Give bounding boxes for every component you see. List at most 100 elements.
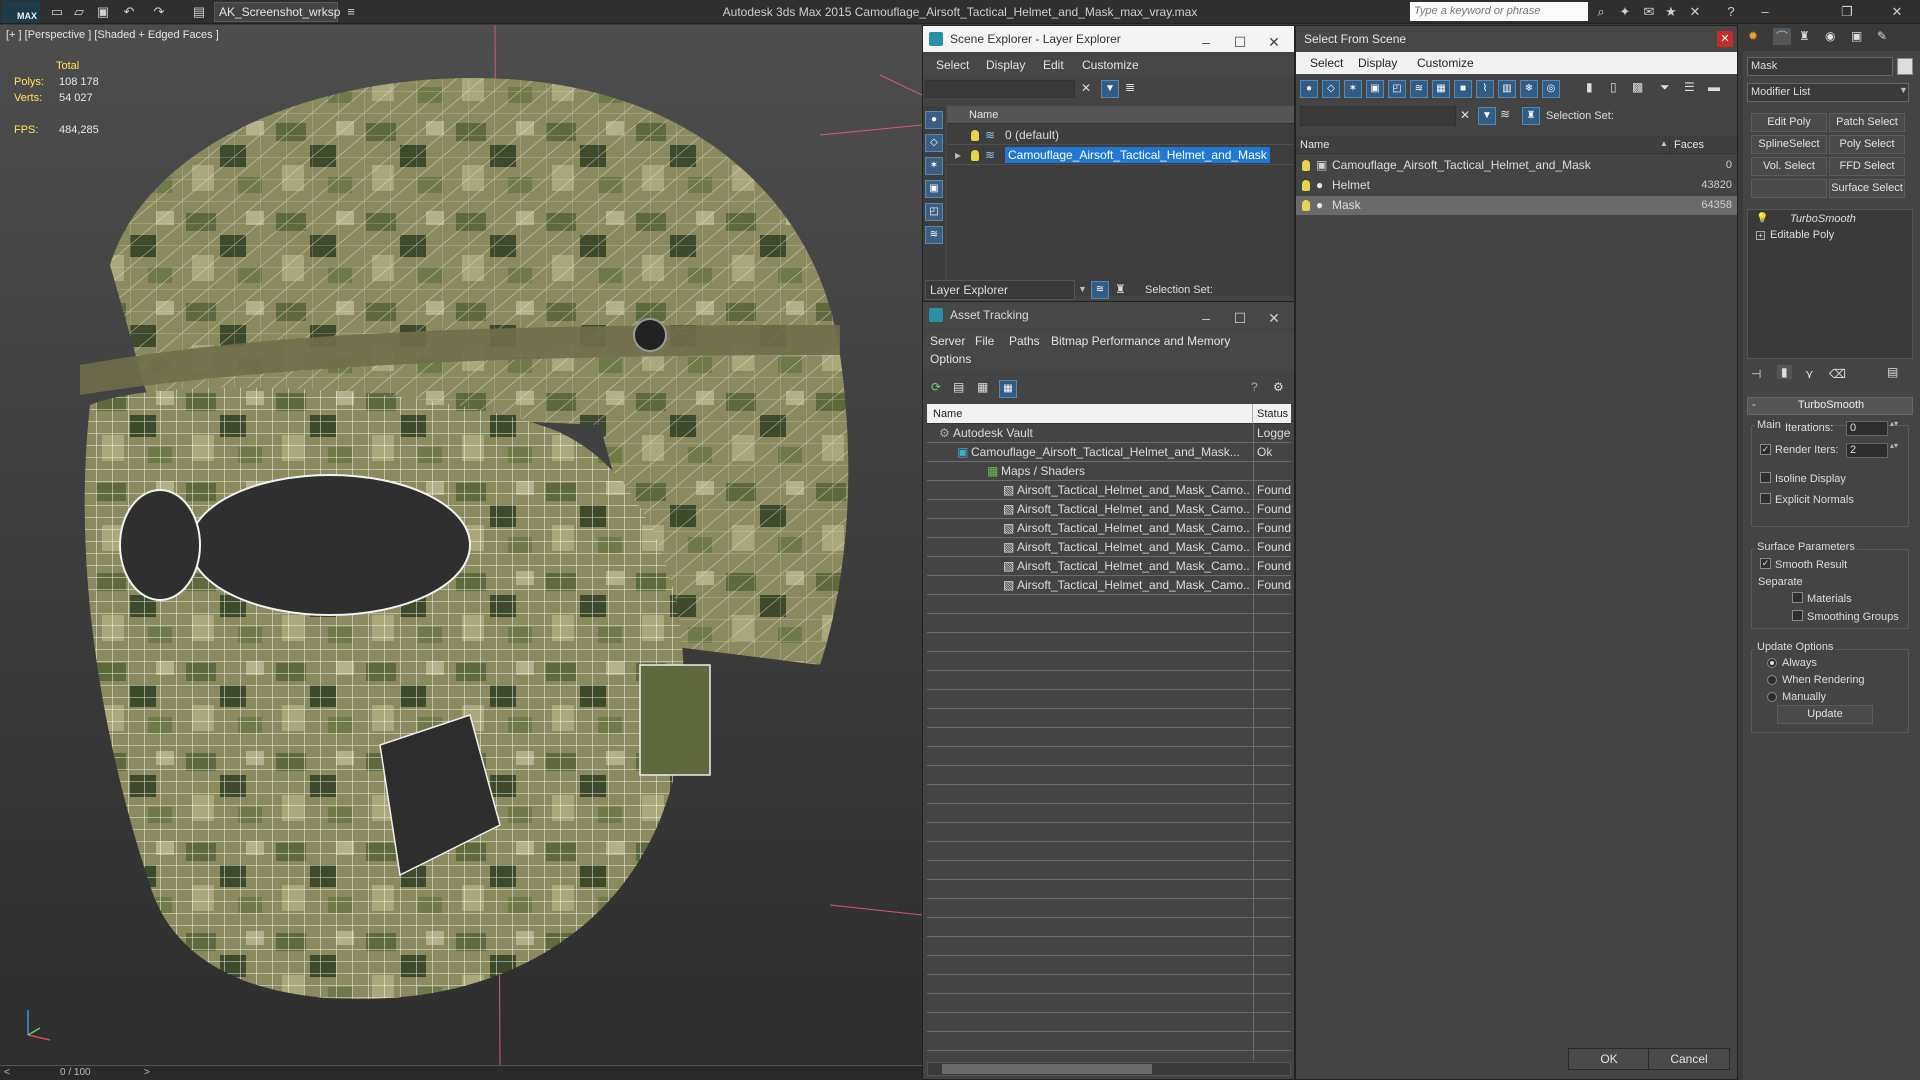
cancel-button[interactable]: Cancel xyxy=(1648,1048,1730,1070)
menu-options[interactable]: Options xyxy=(930,352,971,366)
menu-customize[interactable]: Customize xyxy=(1417,56,1474,70)
patch-select-button[interactable]: Patch Select xyxy=(1829,113,1905,132)
when-rendering-radio[interactable] xyxy=(1767,675,1777,685)
motion-tab-icon[interactable]: ◉ xyxy=(1825,29,1835,43)
bones-filter-icon[interactable]: ⌇ xyxy=(1476,80,1494,98)
col-faces-header[interactable]: Faces xyxy=(1670,136,1737,154)
display-geometry-icon[interactable]: ● xyxy=(925,111,943,129)
surface-select-button[interactable]: Surface Select xyxy=(1829,179,1905,198)
menu-server[interactable]: Server xyxy=(930,334,965,348)
menu-display[interactable]: Display xyxy=(1358,56,1397,70)
smooth-result-checkbox[interactable]: ✓ xyxy=(1760,558,1771,569)
scene-filter-input[interactable] xyxy=(925,80,1075,98)
perspective-viewport[interactable]: [+ ] [Perspective ] [Shaded + Edged Face… xyxy=(0,25,922,1065)
asset-row[interactable]: ▣ Camouflage_Airsoft_Tactical_Helmet_and_… xyxy=(927,443,1291,462)
light-bulb-icon[interactable] xyxy=(1302,200,1310,211)
display-shapes-icon[interactable]: ◇ xyxy=(925,134,943,152)
maximize-icon[interactable]: ☐ xyxy=(1230,29,1250,55)
infocenter-icon[interactable]: ✦ xyxy=(1616,3,1634,21)
light-bulb-icon[interactable] xyxy=(1302,160,1310,171)
horizontal-scrollbar[interactable] xyxy=(927,1062,1291,1076)
modify-tab-icon[interactable]: ⌒ xyxy=(1773,28,1792,45)
sort-by-layer-icon[interactable]: ≋ xyxy=(1091,281,1109,299)
asset-row[interactable]: ▧ Airsoft_Tactical_Helmet_and_Mask_Camo..… xyxy=(927,557,1291,576)
asset-row[interactable]: ▧ Airsoft_Tactical_Helmet_and_Mask_Camo..… xyxy=(927,500,1291,519)
project-folder-icon[interactable]: ▤ xyxy=(190,3,208,21)
render-iters-checkbox[interactable]: ✓ xyxy=(1760,444,1771,455)
empty-modifier-button[interactable] xyxy=(1751,179,1827,198)
refresh-icon[interactable]: ⟳ xyxy=(931,380,941,394)
manually-radio[interactable] xyxy=(1767,692,1777,702)
edit-poly-button[interactable]: Edit Poly xyxy=(1751,113,1827,132)
configure-sets-icon[interactable]: ▤ xyxy=(1887,365,1898,379)
asset-row[interactable]: ⚙Autodesk Vault Logged xyxy=(927,424,1291,443)
cameras-filter-icon[interactable]: ▣ xyxy=(1366,80,1384,98)
layer-row-default[interactable]: ≋ 0 (default) xyxy=(947,126,1294,145)
hierarchy-tab-icon[interactable]: ♜ xyxy=(1799,29,1810,43)
new-file-icon[interactable]: ▭ xyxy=(48,3,66,21)
pin-stack-icon[interactable]: ⊣ xyxy=(1751,367,1761,381)
close-icon[interactable]: ✕ xyxy=(1888,3,1906,21)
menu-paths[interactable]: Paths xyxy=(1009,334,1040,348)
asset-row[interactable]: ▧ Airsoft_Tactical_Helmet_and_Mask_Camo..… xyxy=(927,576,1291,595)
asset-tracking-title[interactable]: Asset Tracking – ☐ ✕ xyxy=(923,302,1294,328)
vol-select-button[interactable]: Vol. Select xyxy=(1751,157,1827,176)
collapse-icon[interactable]: ▬ xyxy=(1708,80,1720,94)
menu-select[interactable]: Select xyxy=(936,58,969,72)
explorer-type-dropdown[interactable]: Layer Explorer xyxy=(925,280,1075,300)
groups-filter-icon[interactable]: ▦ xyxy=(1432,80,1450,98)
display-none-icon[interactable]: ▯ xyxy=(1610,80,1617,94)
isoline-display-checkbox[interactable] xyxy=(1760,472,1771,483)
create-tab-icon[interactable]: ✹ xyxy=(1748,29,1758,43)
col-name-header[interactable]: Name xyxy=(947,106,1294,124)
containers-filter-icon[interactable]: ▥ xyxy=(1498,80,1516,98)
modifier-list-dropdown[interactable]: Modifier List xyxy=(1747,83,1909,102)
spline-select-button[interactable]: SplineSelect xyxy=(1751,135,1827,154)
workspace-dropdown[interactable]: AK_Screenshot_wrksp xyxy=(214,2,340,22)
display-tab-icon[interactable]: ▣ xyxy=(1851,29,1862,43)
ok-button[interactable]: OK xyxy=(1568,1048,1650,1070)
spacewarps-filter-icon[interactable]: ≋ xyxy=(1410,80,1428,98)
display-layers-icon[interactable]: ≋ xyxy=(925,226,943,244)
clear-filter-icon[interactable]: ✕ xyxy=(1460,108,1470,122)
close-icon[interactable]: ✕ xyxy=(1264,29,1284,55)
tree-view-icon[interactable]: ▦ xyxy=(977,380,988,394)
scrollbar-thumb[interactable] xyxy=(942,1064,1152,1074)
asset-row[interactable]: ▧ Airsoft_Tactical_Helmet_and_Mask_Camo..… xyxy=(927,481,1291,500)
display-all-icon[interactable]: ▮ xyxy=(1586,80,1593,94)
restore-icon[interactable]: ❐ xyxy=(1838,3,1856,21)
viewport-label[interactable]: [+ ] [Perspective ] [Shaded + Edged Face… xyxy=(6,29,219,41)
light-bulb-icon[interactable]: 💡 xyxy=(1756,213,1768,224)
settings-icon[interactable]: ⚙ xyxy=(1273,380,1284,394)
list-view-icon[interactable]: ▤ xyxy=(953,380,964,394)
exchange-icon[interactable]: ✕ xyxy=(1686,3,1704,21)
display-lights-icon[interactable]: ✶ xyxy=(925,157,943,175)
stack-item-turbosmooth[interactable]: 💡 TurboSmooth xyxy=(1750,212,1910,228)
ffd-select-button[interactable]: FFD Select xyxy=(1829,157,1905,176)
time-slider[interactable]: < 0 / 100 > xyxy=(0,1065,922,1080)
minimize-icon[interactable]: – xyxy=(1756,3,1774,21)
stack-item-editable-poly[interactable]: + Editable Poly xyxy=(1750,228,1910,244)
update-button[interactable]: Update xyxy=(1777,705,1873,724)
invert-display-icon[interactable]: ▩ xyxy=(1632,80,1643,94)
filter-icon[interactable]: ▼ xyxy=(1478,107,1496,125)
scene-explorer-title[interactable]: Scene Explorer - Layer Explorer – ☐ ✕ xyxy=(923,26,1294,52)
col-name-header[interactable]: Name xyxy=(927,404,1253,424)
layer-row-camouflage[interactable]: ▸ ≋ Camouflage_Airsoft_Tactical_Helmet_a… xyxy=(947,146,1294,165)
light-bulb-icon[interactable] xyxy=(971,150,979,161)
frozen-filter-icon[interactable]: ❄ xyxy=(1520,80,1538,98)
binoculars-icon[interactable]: ⌕ xyxy=(1592,3,1610,21)
light-bulb-icon[interactable] xyxy=(1302,180,1310,191)
sort-by-hierarchy-icon[interactable]: ♜ xyxy=(1115,282,1126,296)
close-icon[interactable]: ✕ xyxy=(1264,305,1284,331)
clear-filter-icon[interactable]: ✕ xyxy=(1081,81,1091,95)
filter-funnel-icon[interactable]: ⏷ xyxy=(1660,80,1670,95)
chevron-down-icon[interactable]: ▼ xyxy=(1078,284,1087,294)
helpers-filter-icon[interactable]: ◰ xyxy=(1388,80,1406,98)
turbosmooth-rollout-header[interactable]: - TurboSmooth xyxy=(1747,397,1913,415)
menu-file[interactable]: File xyxy=(975,334,994,348)
maximize-icon[interactable]: ☐ xyxy=(1230,305,1250,331)
search-input[interactable]: Type a keyword or phrase xyxy=(1410,2,1588,21)
filter-icon[interactable]: ▼ xyxy=(1101,80,1119,98)
menu-edit[interactable]: Edit xyxy=(1043,58,1064,72)
